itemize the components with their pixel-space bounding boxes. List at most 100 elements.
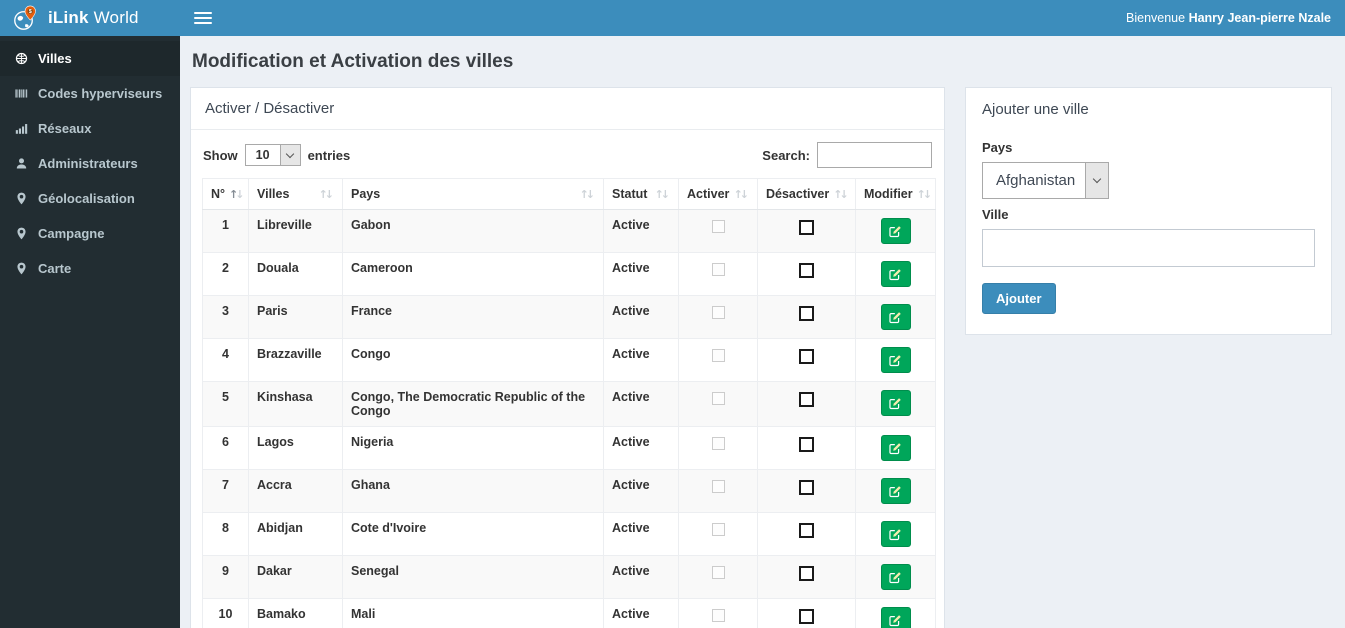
modifier-button[interactable]	[880, 304, 911, 330]
pays-select[interactable]: Afghanistan	[982, 162, 1110, 199]
activer-checkbox[interactable]	[711, 263, 725, 276]
welcome-message: Bienvenue Hanry Jean-pierre Nzale	[1126, 11, 1331, 25]
column-header-num[interactable]: N° ↑↓	[202, 178, 249, 210]
row-statut: Active	[603, 338, 679, 382]
edit-pencil-square-icon	[889, 485, 901, 497]
desactiver-checkbox[interactable]	[799, 349, 814, 364]
row-number: 1	[202, 209, 249, 253]
user-icon	[16, 158, 27, 169]
row-ville: Accra	[248, 469, 343, 513]
desactiver-checkbox[interactable]	[799, 437, 814, 452]
edit-pencil-square-icon	[889, 614, 901, 626]
row-ville: Dakar	[248, 555, 343, 599]
edit-pencil-square-icon	[889, 354, 901, 366]
modifier-button[interactable]	[880, 218, 911, 244]
ajouter-button[interactable]: Ajouter	[982, 283, 1056, 314]
sort-icon: ↑↓	[733, 187, 750, 201]
row-number: 3	[202, 295, 249, 339]
row-ville: Libreville	[248, 209, 343, 253]
desactiver-checkbox[interactable]	[799, 392, 814, 407]
sidebar-item-administrateurs[interactable]: Administrateurs	[0, 146, 180, 181]
table-row: 10 Bamako Mali Active	[202, 598, 936, 628]
row-number: 10	[202, 598, 249, 628]
table-search-control: Search:	[762, 142, 932, 168]
ville-input[interactable]	[982, 229, 1315, 267]
column-header-statut[interactable]: Statut ↑↓	[603, 178, 679, 210]
row-statut: Active	[603, 209, 679, 253]
row-number: 8	[202, 512, 249, 556]
row-statut: Active	[603, 426, 679, 470]
modifier-button[interactable]	[880, 607, 911, 628]
sidebar-item-codes-hyperviseurs[interactable]: Codes hyperviseurs	[0, 76, 180, 111]
desactiver-checkbox[interactable]	[799, 523, 814, 538]
table-row: 5 Kinshasa Congo, The Democratic Republi…	[202, 381, 936, 427]
entries-select[interactable]: 10	[244, 144, 301, 166]
row-number: 2	[202, 252, 249, 296]
activer-checkbox[interactable]	[711, 437, 725, 450]
modifier-button[interactable]	[880, 521, 911, 547]
sort-icon: ↑↓	[229, 187, 245, 201]
modifier-button[interactable]	[880, 261, 911, 287]
activer-checkbox[interactable]	[711, 566, 725, 579]
row-statut: Active	[603, 469, 679, 513]
column-header-desactiver[interactable]: Désactiver ↑↓	[757, 178, 856, 210]
row-statut: Active	[603, 381, 679, 427]
modifier-button[interactable]	[880, 478, 911, 504]
desactiver-checkbox[interactable]	[799, 220, 814, 235]
map-marker-icon	[17, 227, 26, 240]
row-pays: Congo, The Democratic Republic of the Co…	[342, 381, 604, 427]
row-statut: Active	[603, 512, 679, 556]
modifier-button[interactable]	[880, 564, 911, 590]
table-row: 7 Accra Ghana Active	[202, 469, 936, 513]
row-ville: Brazzaville	[248, 338, 343, 382]
sort-icon: ↑↓	[579, 187, 596, 201]
desactiver-checkbox[interactable]	[799, 480, 814, 495]
row-pays: Gabon	[342, 209, 604, 253]
navbar: Bienvenue Hanry Jean-pierre Nzale	[180, 0, 1345, 36]
brand-logo-area[interactable]: $ iLink World	[0, 0, 180, 36]
column-header-pays[interactable]: Pays ↑↓	[342, 178, 604, 210]
sidebar-item-campagne[interactable]: Campagne	[0, 216, 180, 251]
desactiver-checkbox[interactable]	[799, 306, 814, 321]
table-length-control: Show 10 entries	[203, 144, 350, 166]
edit-pencil-square-icon	[889, 225, 901, 237]
activer-checkbox[interactable]	[711, 392, 725, 405]
sidebar-item-villes[interactable]: Villes	[0, 41, 180, 76]
activer-checkbox[interactable]	[711, 306, 725, 319]
sidebar-item-geolocalisation[interactable]: Géolocalisation	[0, 181, 180, 216]
column-header-activer[interactable]: Activer ↑↓	[678, 178, 758, 210]
desactiver-checkbox[interactable]	[799, 566, 814, 581]
column-header-villes[interactable]: Villes ↑↓	[248, 178, 343, 210]
row-statut: Active	[603, 295, 679, 339]
globe-pin-logo-icon: $	[14, 5, 36, 30]
desactiver-checkbox[interactable]	[799, 609, 814, 624]
signal-bars-icon	[15, 124, 28, 134]
table-row: 1 Libreville Gabon Active	[202, 209, 936, 253]
activer-checkbox[interactable]	[711, 349, 725, 362]
row-pays: Senegal	[342, 555, 604, 599]
activer-desactiver-panel: Activer / Désactiver Show 10 entries Sea…	[190, 87, 945, 628]
row-ville: Bamako	[248, 598, 343, 628]
modifier-button[interactable]	[880, 347, 911, 373]
pays-label: Pays	[982, 140, 1013, 155]
row-pays: Mali	[342, 598, 604, 628]
edit-pencil-square-icon	[889, 571, 901, 583]
table-row: 9 Dakar Senegal Active	[202, 555, 936, 599]
modifier-button[interactable]	[880, 390, 911, 416]
activer-checkbox[interactable]	[711, 480, 725, 493]
search-input[interactable]	[817, 142, 932, 168]
row-statut: Active	[603, 555, 679, 599]
row-pays: Congo	[342, 338, 604, 382]
column-header-modifier[interactable]: Modifier ↑↓	[855, 178, 936, 210]
row-number: 9	[202, 555, 249, 599]
sidebar-toggle-icon[interactable]	[194, 12, 212, 24]
sidebar-item-reseaux[interactable]: Réseaux	[0, 111, 180, 146]
desactiver-checkbox[interactable]	[799, 263, 814, 278]
modifier-button[interactable]	[880, 435, 911, 461]
chevron-down-icon	[1085, 163, 1109, 198]
panel-title: Activer / Désactiver	[191, 88, 944, 130]
activer-checkbox[interactable]	[711, 609, 725, 622]
activer-checkbox[interactable]	[711, 523, 725, 536]
sidebar-item-carte[interactable]: Carte	[0, 251, 180, 286]
activer-checkbox[interactable]	[711, 220, 725, 233]
